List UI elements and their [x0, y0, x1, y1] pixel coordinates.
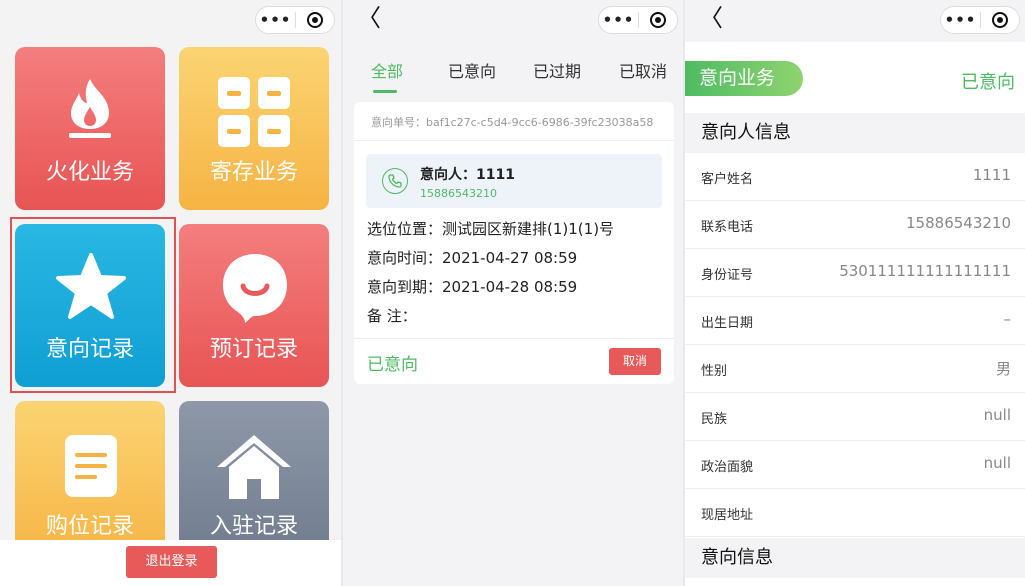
- more-menu-button[interactable]: •••: [599, 7, 638, 33]
- intent-person: 意向人：1111: [420, 167, 515, 183]
- tab-all[interactable]: 全部: [371, 58, 403, 82]
- home-panel: ••• 火化业务 寄存业务 意向记录 预订记录 购位记录 入驻记录 退出登录: [0, 0, 341, 586]
- tile-cremation[interactable]: 火化业务: [15, 47, 165, 210]
- active-tab-indicator: [373, 90, 397, 93]
- target-icon: [991, 12, 1008, 28]
- tile-reservation-records[interactable]: 预订记录: [179, 224, 329, 387]
- field-value: null: [983, 406, 1011, 424]
- field-row: 身份证号 530111111111111111: [685, 249, 1025, 297]
- location-row: 选位位置：测试园区新建排(1)1(1)号: [367, 220, 615, 238]
- fire-icon: [69, 79, 111, 138]
- close-miniprogram-button[interactable]: [981, 12, 1019, 28]
- field-row: 客户姓名 1111: [685, 153, 1025, 201]
- miniprogram-capsule: •••: [255, 6, 335, 34]
- field-key: 政治面貌: [701, 460, 754, 475]
- tab-expired[interactable]: 已过期: [533, 58, 581, 82]
- tile-storage[interactable]: 寄存业务: [179, 47, 329, 210]
- smile-bubble-icon: [223, 254, 287, 323]
- field-row: 政治面貌 null: [685, 441, 1025, 489]
- house-icon: [217, 435, 291, 499]
- order-number: 意向单号：baf1c27c-c5d4-9cc6-6986-39fc23038a5…: [371, 116, 654, 129]
- field-row: 性别 男: [685, 345, 1025, 393]
- status-tabs: 全部 已意向 已过期 已取消: [343, 58, 683, 98]
- field-row: 现居地址: [685, 489, 1025, 537]
- section-person-info: 意向人信息: [685, 113, 1025, 153]
- field-key: 现居地址: [701, 508, 754, 523]
- intent-detail-panel: 〈 ••• 意向业务 已意向 意向人信息 客户姓名 1111 联系电话 1588…: [685, 0, 1025, 586]
- field-row: 联系电话 15886543210: [685, 201, 1025, 249]
- field-key: 性别: [701, 364, 728, 379]
- tile-label: 购位记录: [45, 514, 134, 539]
- status-label: 已意向: [367, 355, 418, 375]
- tile-label: 寄存业务: [209, 160, 298, 185]
- remark-row: 备 注：: [367, 307, 417, 325]
- field-row: 出生日期 –: [685, 297, 1025, 345]
- selection-highlight: [10, 217, 176, 393]
- more-menu-button[interactable]: •••: [941, 7, 980, 33]
- back-button[interactable]: 〈: [699, 4, 723, 32]
- intent-card[interactable]: 意向单号：baf1c27c-c5d4-9cc6-6986-39fc23038a5…: [354, 102, 674, 384]
- field-value: 530111111111111111: [839, 262, 1011, 280]
- back-button[interactable]: 〈: [357, 4, 381, 32]
- section-intent-info: 意向信息: [685, 538, 1025, 578]
- field-key: 身份证号: [701, 268, 754, 283]
- field-value: –: [1003, 310, 1012, 328]
- tab-cancelled[interactable]: 已取消: [619, 58, 667, 82]
- divider: [354, 140, 674, 141]
- intent-list-panel: 〈 ••• 全部 已意向 已过期 已取消 意向单号：baf1c27c-c5d4-…: [343, 0, 683, 586]
- document-icon: [65, 435, 117, 497]
- target-icon: [306, 12, 323, 28]
- tab-intended[interactable]: 已意向: [448, 58, 496, 82]
- field-value: 15886543210: [906, 214, 1011, 232]
- field-value: 1111: [972, 166, 1011, 184]
- logout-button[interactable]: 退出登录: [126, 546, 217, 578]
- intent-person-box: 意向人：1111 15886543210: [366, 154, 662, 208]
- more-menu-button[interactable]: •••: [256, 7, 295, 33]
- close-miniprogram-button[interactable]: [296, 12, 334, 28]
- cancel-button[interactable]: 取消: [609, 348, 661, 375]
- miniprogram-capsule: •••: [598, 6, 678, 34]
- phone-icon[interactable]: [382, 168, 408, 194]
- field-key: 联系电话: [701, 220, 754, 235]
- tile-label: 入驻记录: [209, 514, 298, 539]
- business-type-pill: 意向业务: [685, 61, 803, 96]
- field-key: 出生日期: [701, 316, 754, 331]
- field-key: 客户姓名: [701, 172, 754, 187]
- target-icon: [649, 12, 666, 28]
- close-miniprogram-button[interactable]: [639, 12, 677, 28]
- intent-person-phone[interactable]: 15886543210: [420, 187, 497, 200]
- field-row: 民族 null: [685, 393, 1025, 441]
- tile-label: 预订记录: [209, 337, 298, 362]
- divider: [354, 338, 674, 339]
- miniprogram-capsule: •••: [940, 6, 1020, 34]
- expire-time-row: 意向到期：2021-04-28 08:59: [367, 278, 578, 296]
- field-value: 男: [995, 360, 1011, 378]
- intent-time-row: 意向时间：2021-04-27 08:59: [367, 249, 578, 267]
- tile-label: 火化业务: [45, 160, 134, 185]
- grid-icon: [218, 77, 290, 147]
- status-label: 已意向: [961, 72, 1015, 93]
- field-value: null: [983, 454, 1011, 472]
- field-key: 民族: [701, 412, 728, 427]
